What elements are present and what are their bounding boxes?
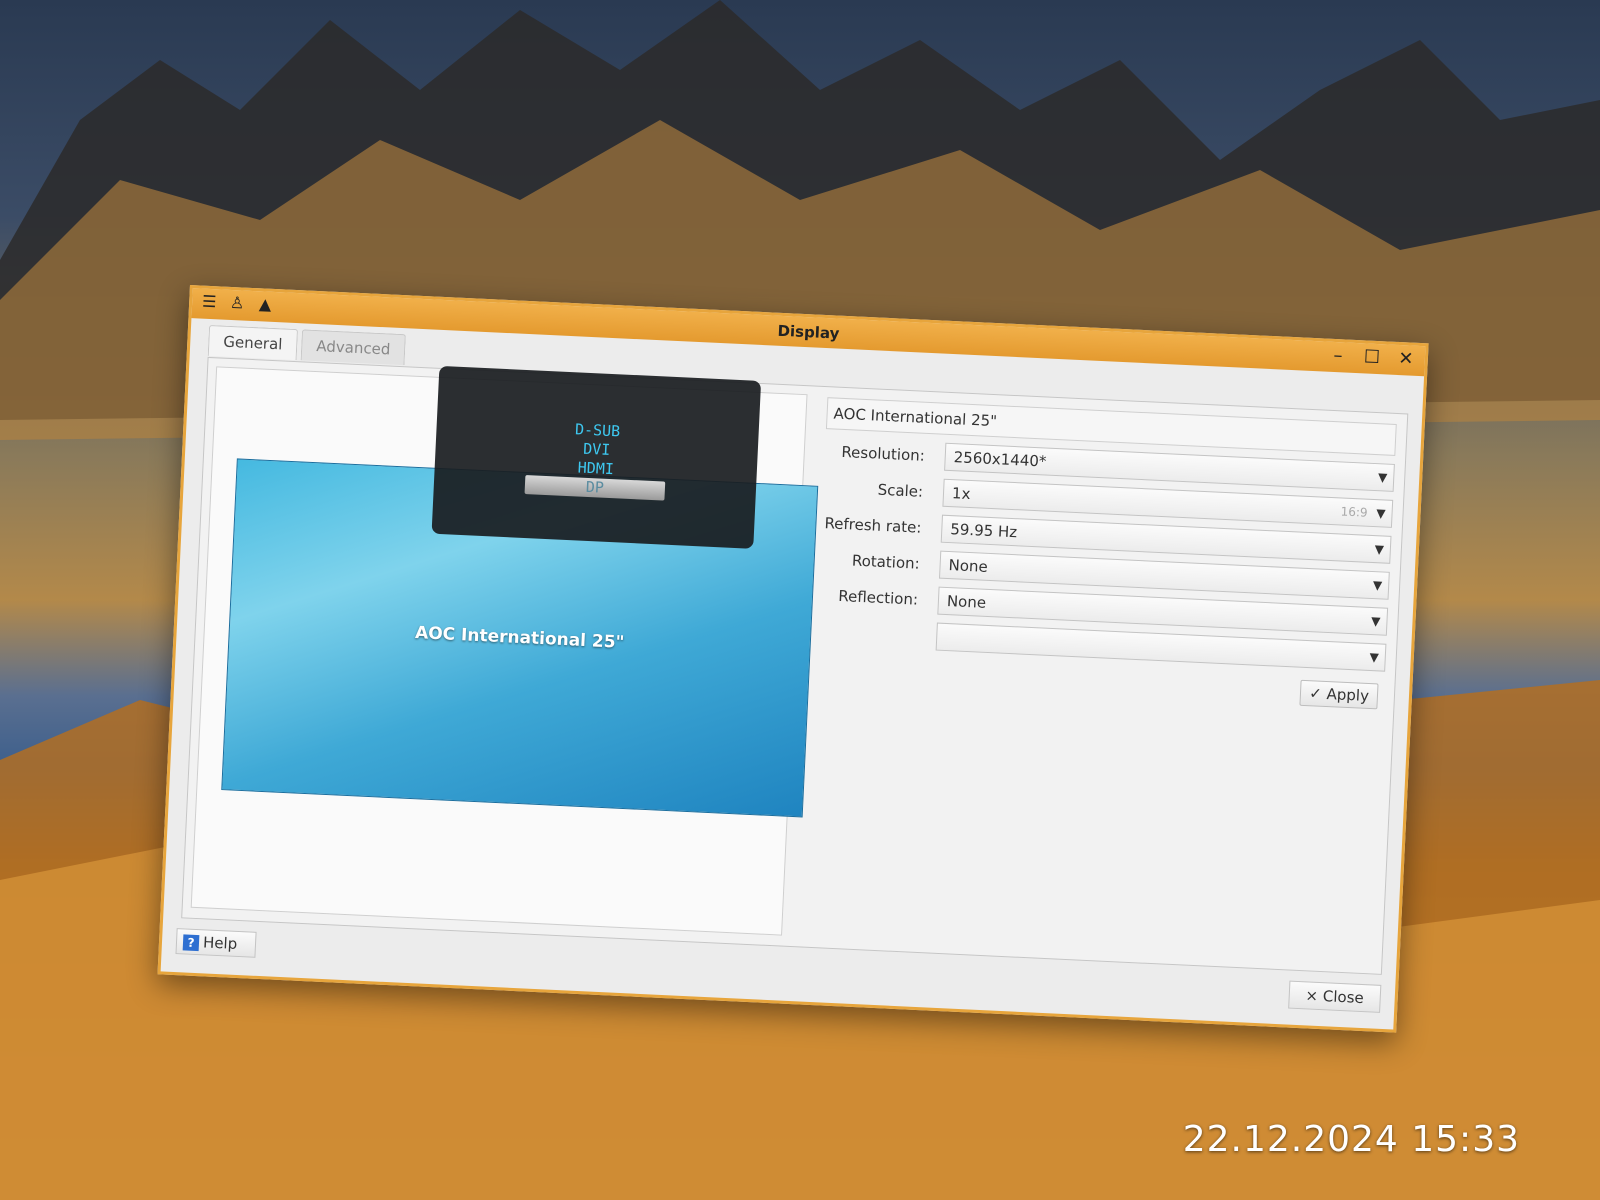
apply-label: Apply — [1326, 685, 1370, 705]
aspect-ratio-hint: 16:9 — [1340, 504, 1368, 520]
chevron-down-icon: ▼ — [1369, 649, 1380, 665]
close-label: Close — [1322, 987, 1365, 1008]
tab-general[interactable]: General — [207, 324, 299, 361]
maximize-icon[interactable]: ☐ — [1360, 346, 1383, 369]
chevron-down-icon: ▼ — [1376, 506, 1386, 521]
chevron-down-icon: ▼ — [1377, 470, 1388, 485]
rotation-label: Rotation: — [851, 551, 921, 573]
checkmark-icon: ✓ — [1308, 684, 1323, 703]
display-settings-window: ☰ ♙ ▲ Display – ☐ ✕ General Advanced AOC… — [157, 285, 1429, 1033]
general-tab-panel: AOC International 25" D-SUB DVI HDMI DP … — [181, 356, 1409, 975]
scale-value: 1x — [951, 484, 971, 503]
refresh-rate-label: Refresh rate: — [824, 514, 922, 537]
close-x-icon: × — [1305, 986, 1319, 1005]
reflection-value: None — [946, 592, 987, 612]
rotation-value: None — [948, 556, 989, 576]
resolution-value: 2560x1440* — [953, 448, 1047, 471]
chevron-down-icon: ▼ — [1370, 614, 1381, 629]
chevron-down-icon: ▼ — [1374, 542, 1385, 557]
help-icon: ? — [182, 934, 200, 952]
chevron-down-icon: ▼ — [1372, 578, 1383, 593]
apply-button[interactable]: ✓ Apply — [1299, 679, 1379, 710]
monitor-preview-area: AOC International 25" D-SUB DVI HDMI DP — [190, 365, 819, 936]
refresh-rate-value: 59.95 Hz — [949, 520, 1018, 542]
monitor-settings: AOC International 25" Resolution: 2560x1… — [802, 397, 1397, 963]
scale-label: Scale: — [877, 480, 924, 501]
close-icon[interactable]: ✕ — [1394, 348, 1417, 371]
monitor-preview-label: AOC International 25" — [414, 623, 625, 653]
tab-advanced[interactable]: Advanced — [300, 329, 407, 366]
help-label: Help — [202, 933, 238, 953]
reflection-label: Reflection: — [837, 586, 919, 609]
monitor-osd-input-menu: D-SUB DVI HDMI DP — [431, 365, 762, 549]
resolution-label: Resolution: — [841, 442, 926, 465]
minimize-icon[interactable]: – — [1326, 345, 1349, 368]
photo-timestamp: 22.12.2024 15:33 — [1182, 1119, 1520, 1160]
close-button[interactable]: × Close — [1287, 980, 1382, 1013]
help-button[interactable]: ? Help — [175, 928, 257, 958]
